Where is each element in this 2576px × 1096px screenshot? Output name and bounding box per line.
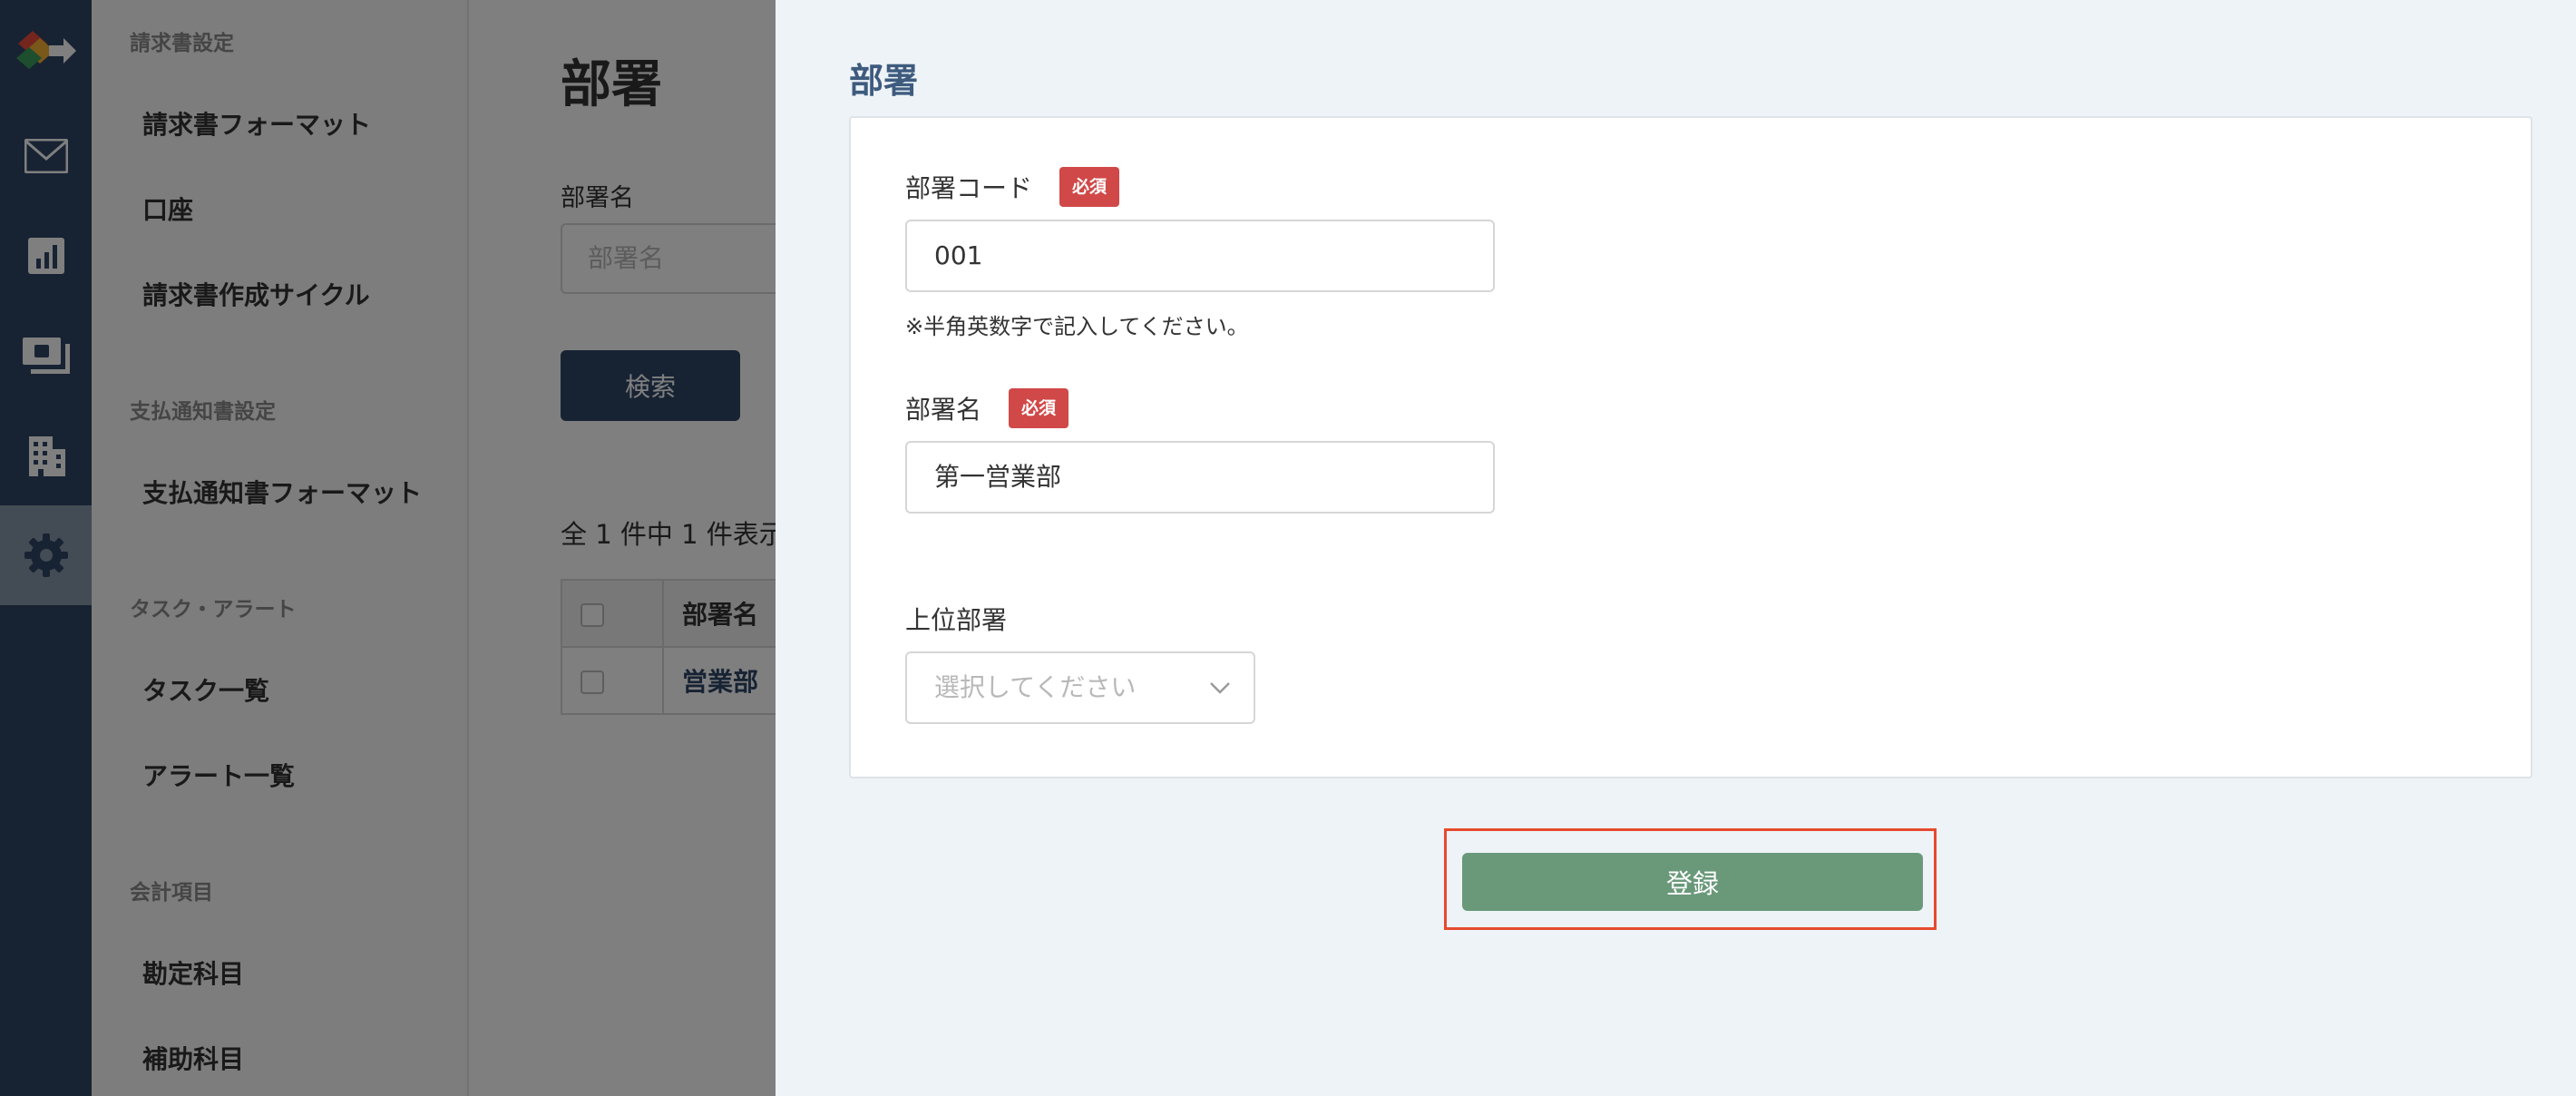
- modal-backdrop[interactable]: [0, 0, 776, 1096]
- required-badge: 必須: [1009, 388, 1069, 428]
- highlighted-submit-area: 登録: [1444, 828, 1937, 930]
- register-button[interactable]: 登録: [1462, 853, 1923, 911]
- department-code-input[interactable]: 001: [905, 220, 1495, 292]
- department-form: 部署コード 必須 001 ※半角英数字で記入してください。 部署名 必須 第一営…: [849, 116, 2532, 778]
- drawer-title: 部署: [849, 61, 919, 101]
- department-name-label: 部署名 必須: [905, 388, 1069, 428]
- department-name-input[interactable]: 第一営業部: [905, 441, 1495, 514]
- department-code-hint: ※半角英数字で記入してください。: [905, 314, 1249, 339]
- required-badge: 必須: [1059, 167, 1120, 207]
- parent-department-select[interactable]: 選択してください: [905, 651, 1255, 724]
- department-drawer: 部署 部署コード 必須 001 ※半角英数字で記入してください。 部署名 必須 …: [776, 0, 2576, 1096]
- parent-department-label: 上位部署: [905, 605, 1008, 635]
- chevron-down-icon: [1210, 682, 1230, 694]
- department-code-label: 部署コード 必須: [905, 167, 1120, 207]
